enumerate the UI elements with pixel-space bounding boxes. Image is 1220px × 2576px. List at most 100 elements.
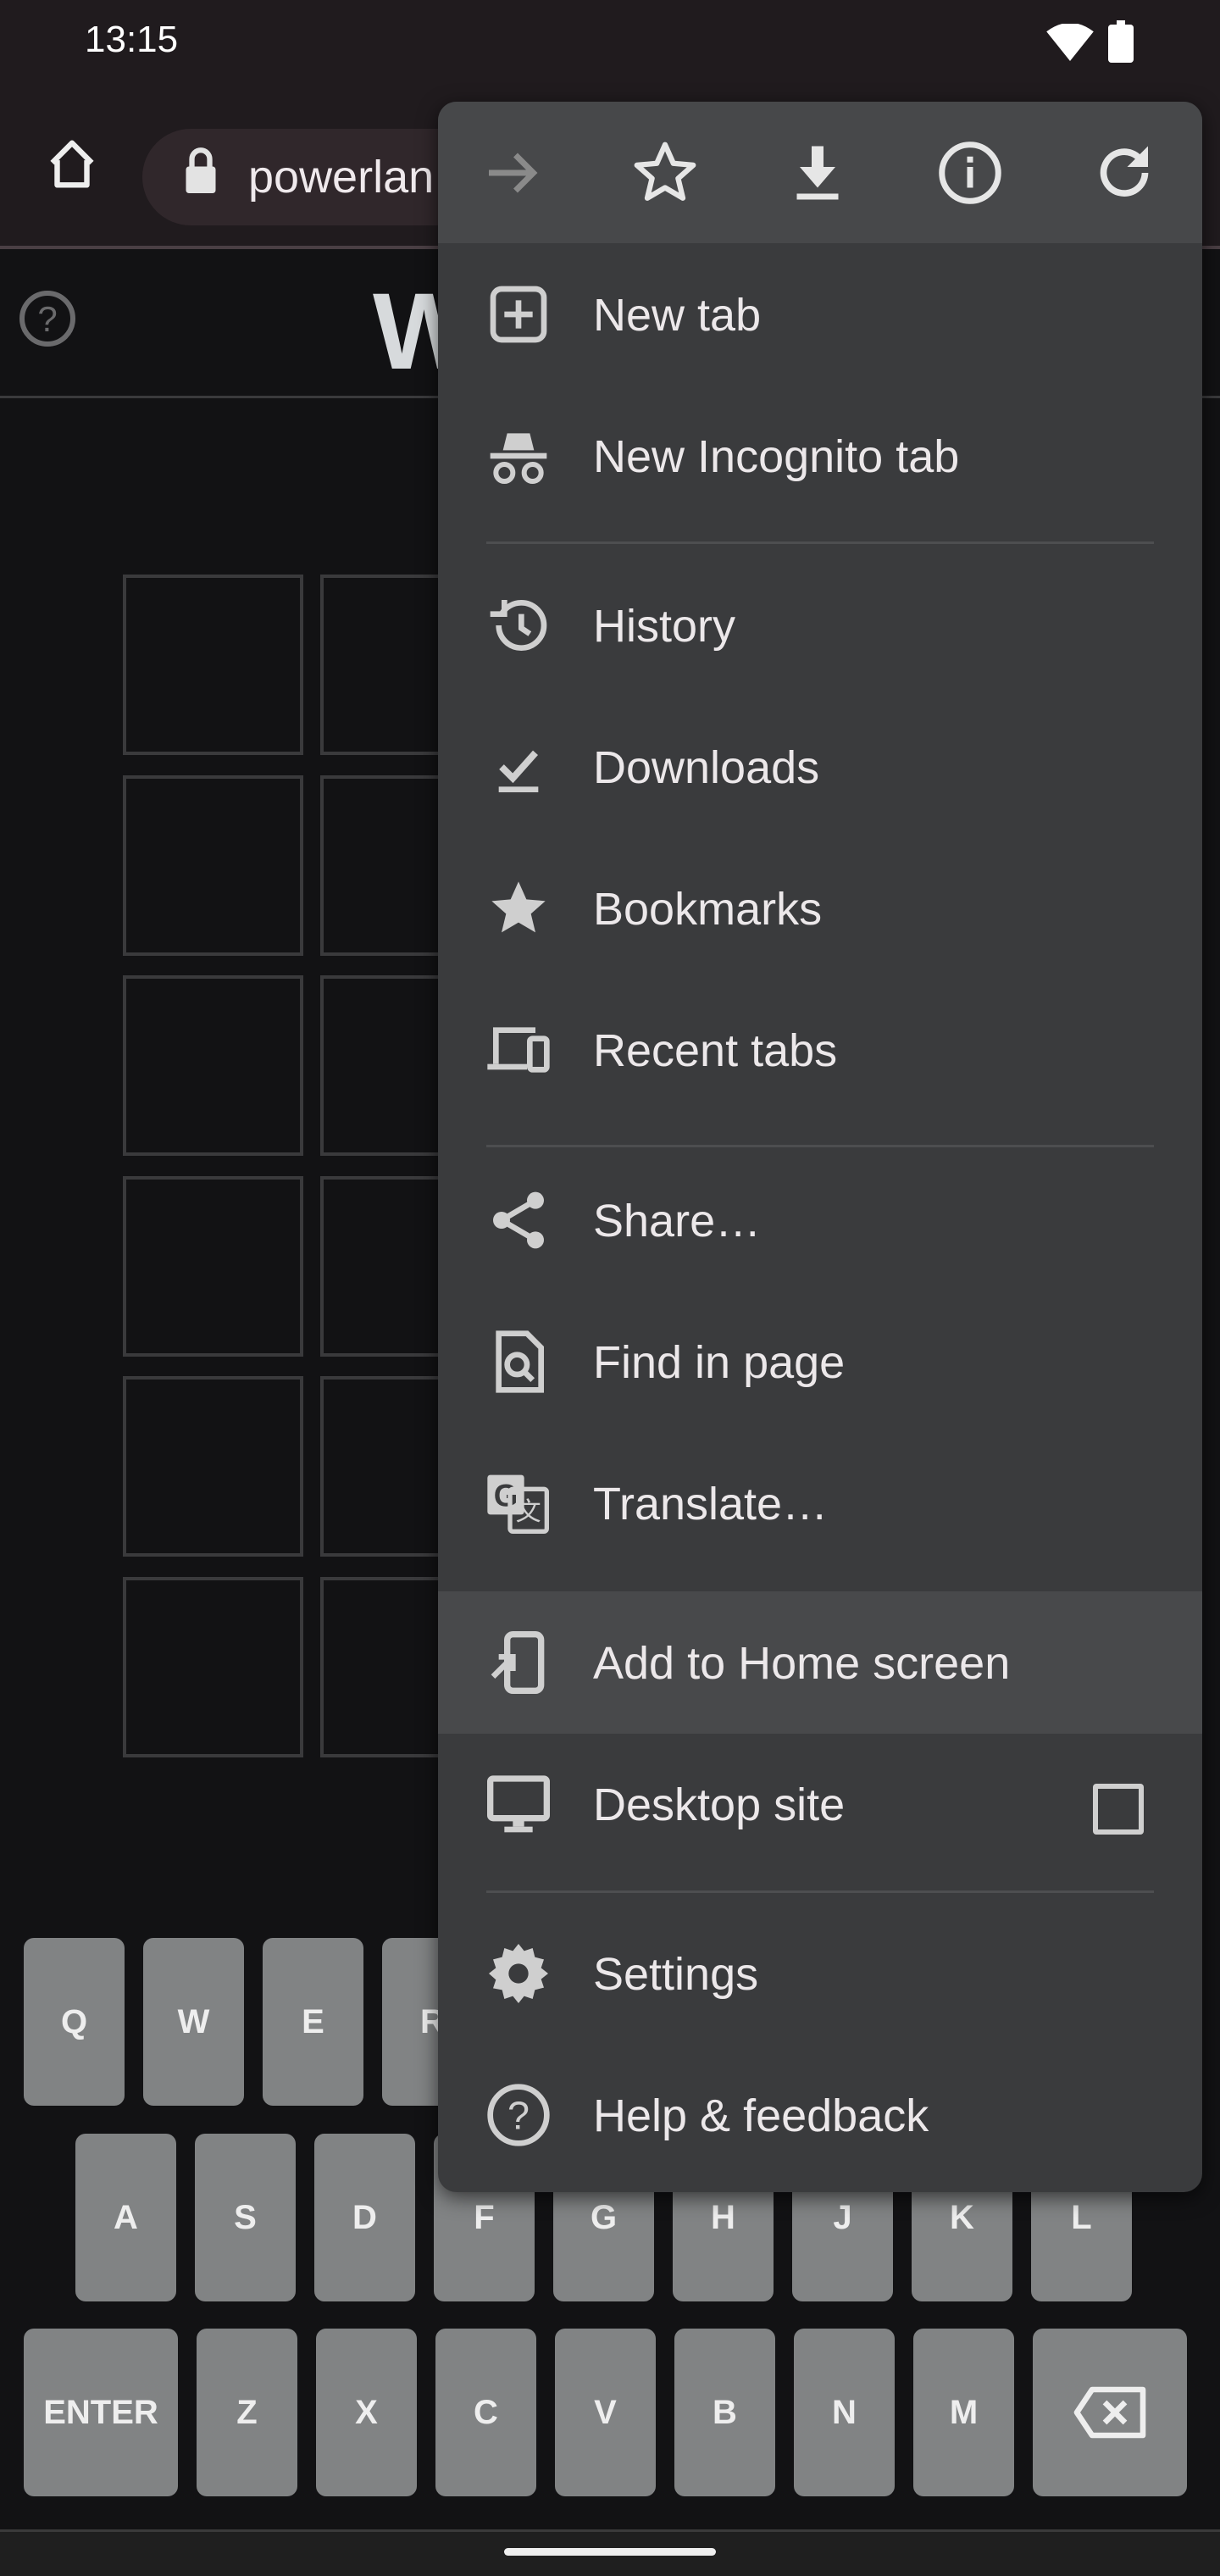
key-label: V: [594, 2393, 617, 2431]
key-label: W: [177, 2002, 210, 2040]
menu-item-translate[interactable]: G 文 Translate…: [438, 1432, 1202, 1574]
menu-item-label: History: [593, 601, 736, 652]
share-icon: [493, 1191, 544, 1249]
svg-text:?: ?: [37, 299, 57, 339]
key-a[interactable]: A: [75, 2134, 176, 2301]
menu-item-new-incognito-tab[interactable]: New Incognito tab: [438, 385, 1202, 527]
menu-divider: [486, 541, 1154, 544]
url-text[interactable]: powerlan: [248, 151, 434, 203]
bookmark-star-icon[interactable]: [629, 137, 701, 208]
menu-item-label: Help & feedback: [593, 2090, 929, 2141]
menu-item-new-tab[interactable]: New tab: [438, 243, 1202, 386]
menu-item-label: Find in page: [593, 1337, 846, 1388]
key-label: H: [711, 2198, 735, 2236]
key-label: S: [234, 2198, 257, 2236]
forward-icon[interactable]: [477, 137, 548, 208]
key-x[interactable]: X: [316, 2329, 417, 2496]
browser-overflow-menu: New tab New Incognito tab History Downloads…: [438, 102, 1202, 2192]
menu-item-label: Settings: [593, 1949, 759, 2000]
svg-text:G: G: [494, 1478, 518, 1513]
downloads-icon: [498, 750, 539, 792]
menu-divider: [486, 1145, 1154, 1147]
menu-item-share[interactable]: Share…: [438, 1149, 1202, 1291]
key-label: M: [949, 2393, 979, 2431]
key-z[interactable]: Z: [197, 2329, 297, 2496]
menu-item-add-to-home-screen[interactable]: Add to Home screen: [438, 1591, 1202, 1734]
desktop-icon: [487, 1775, 550, 1833]
menu-divider: [486, 1890, 1154, 1893]
help-circle-icon[interactable]: ?: [17, 288, 78, 349]
grid-tile: [123, 1376, 303, 1557]
key-label: Q: [60, 2002, 88, 2040]
menu-item-help-feedback[interactable]: ? Help & feedback: [438, 2044, 1202, 2186]
home-gesture-handle[interactable]: [504, 2548, 716, 2556]
reload-icon[interactable]: [1089, 137, 1160, 208]
translate-icon: G文: [487, 1474, 549, 1534]
menu-item-label: Bookmarks: [593, 884, 823, 935]
key-label: B: [713, 2393, 737, 2431]
grid-tile: [123, 575, 303, 755]
menu-item-bookmarks[interactable]: Bookmarks: [438, 837, 1202, 980]
key-m[interactable]: M: [913, 2329, 1014, 2496]
menu-item-settings[interactable]: Settings: [438, 1902, 1202, 2045]
svg-text:文: 文: [516, 1497, 541, 1527]
menu-item-desktop-site[interactable]: Desktop site: [438, 1733, 1202, 1875]
key-b[interactable]: B: [674, 2329, 775, 2496]
key-label: C: [474, 2393, 498, 2431]
recent-tabs-icon: [487, 1027, 550, 1073]
add-to-home-icon: [491, 1631, 545, 1694]
menu-item-label: Desktop site: [593, 1779, 846, 1830]
menu-item-label: New tab: [593, 290, 762, 341]
help-icon: ?: [487, 2084, 550, 2146]
menu-item-find-in-page[interactable]: Find in page: [438, 1291, 1202, 1433]
key-n[interactable]: N: [794, 2329, 895, 2496]
key-label: D: [352, 2198, 377, 2236]
find-in-page-icon: [496, 1330, 544, 1393]
home-icon[interactable]: [42, 136, 102, 195]
bookmarks-icon: [491, 881, 546, 933]
key-backspace[interactable]: [1033, 2329, 1187, 2496]
grid-tile: [123, 975, 303, 1156]
key-label: G: [590, 2198, 618, 2236]
key-w[interactable]: W: [143, 1938, 244, 2106]
grid-tile: [123, 1576, 303, 1757]
key-e[interactable]: E: [263, 1938, 363, 2106]
menu-item-label: Recent tabs: [593, 1025, 838, 1076]
menu-item-label: Share…: [593, 1196, 762, 1246]
menu-item-label: Add to Home screen: [593, 1638, 1011, 1689]
backspace-icon: [1073, 2386, 1146, 2439]
download-icon[interactable]: [782, 137, 853, 208]
key-label: K: [950, 2198, 974, 2236]
key-q[interactable]: Q: [24, 1938, 125, 2106]
settings-icon: [489, 1944, 548, 2003]
wifi-icon: [1046, 24, 1094, 61]
key-label: E: [302, 2002, 324, 2040]
menu-item-recent-tabs[interactable]: Recent tabs: [438, 979, 1202, 1121]
menu-item-label: Downloads: [593, 742, 820, 793]
info-icon[interactable]: [934, 137, 1006, 208]
key-label: L: [1071, 2198, 1092, 2236]
key-label: N: [832, 2393, 857, 2431]
key-label: Z: [236, 2393, 258, 2431]
lock-icon: [186, 147, 216, 193]
key-enter[interactable]: ENTER: [24, 2329, 178, 2496]
new-tab-icon: [490, 286, 547, 343]
key-v[interactable]: V: [555, 2329, 656, 2496]
desktop-site-checkbox[interactable]: [1093, 1784, 1144, 1835]
menu-item-downloads[interactable]: Downloads: [438, 696, 1202, 838]
key-label: F: [474, 2198, 495, 2236]
grid-tile: [123, 1175, 303, 1357]
incognito-icon: [490, 433, 547, 484]
status-time: 13:15: [85, 19, 179, 60]
key-label: ENTER: [43, 2393, 158, 2431]
menu-item-label: Translate…: [593, 1479, 829, 1530]
status-bar: 13:15: [0, 0, 1220, 102]
key-s[interactable]: S: [195, 2134, 296, 2301]
key-label: J: [833, 2198, 852, 2236]
key-label: X: [355, 2393, 378, 2431]
menu-item-history[interactable]: History: [438, 554, 1202, 697]
history-icon: [490, 599, 547, 651]
key-c[interactable]: C: [435, 2329, 536, 2496]
menu-item-label: New Incognito tab: [593, 431, 960, 482]
key-d[interactable]: D: [314, 2134, 415, 2301]
